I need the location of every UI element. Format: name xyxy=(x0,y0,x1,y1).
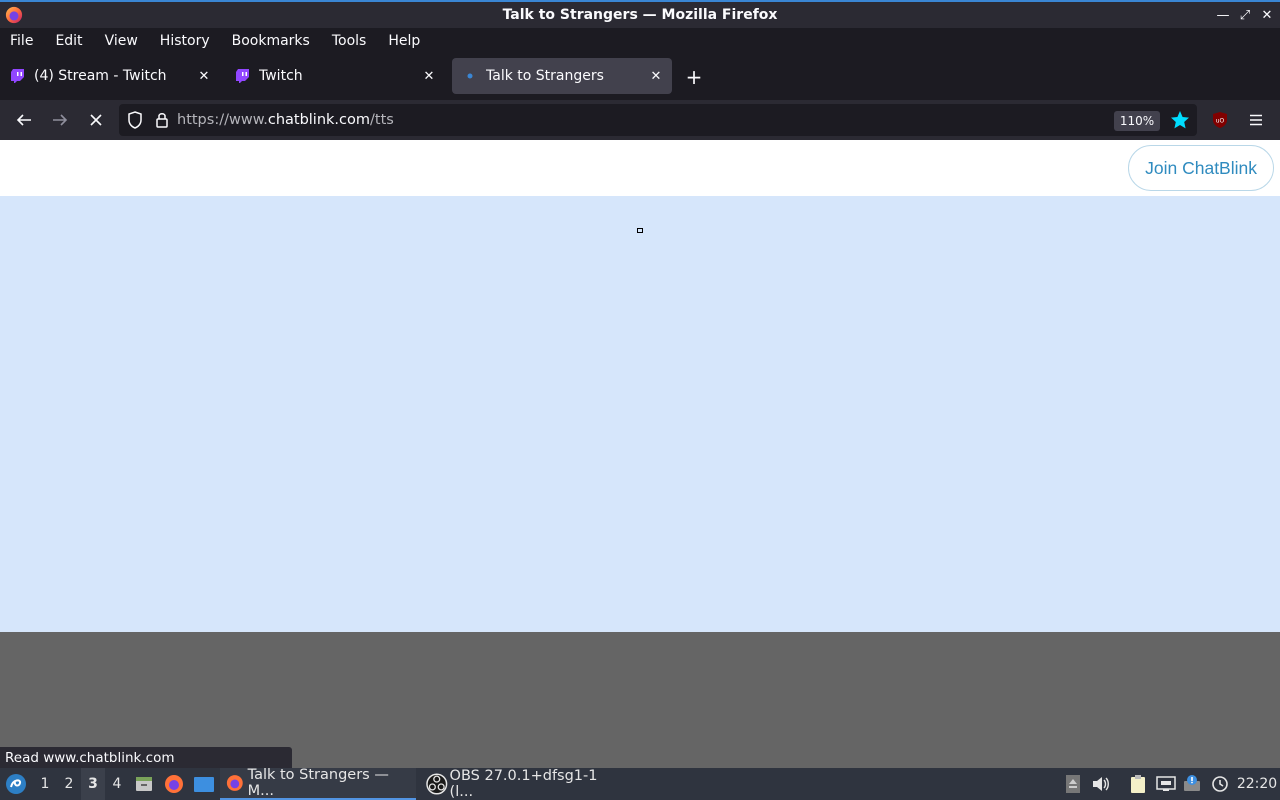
tab-stream-twitch[interactable]: (4) Stream - Twitch ✕ xyxy=(0,58,220,94)
zoom-level-button[interactable]: 110% xyxy=(1114,111,1160,131)
tray-updates-button[interactable] xyxy=(1181,768,1203,800)
tab-twitch[interactable]: Twitch ✕ xyxy=(225,58,445,94)
menu-edit[interactable]: Edit xyxy=(55,33,82,49)
tab-label: Talk to Strangers xyxy=(486,68,604,84)
tab-close-icon[interactable]: ✕ xyxy=(419,66,439,86)
clipboard-icon xyxy=(1131,775,1145,793)
file-manager-launcher[interactable] xyxy=(133,768,155,800)
url-host: chatblink.com xyxy=(267,112,371,128)
minimize-icon[interactable]: — xyxy=(1216,5,1230,25)
status-bar: Read www.chatblink.com xyxy=(0,747,292,769)
show-desktop-launcher[interactable] xyxy=(192,768,216,800)
hamburger-menu-icon xyxy=(1250,114,1262,126)
menu-help[interactable]: Help xyxy=(388,33,420,49)
twitch-icon xyxy=(235,68,251,84)
eject-icon xyxy=(1066,775,1080,793)
window-title: Talk to Strangers — Mozilla Firefox xyxy=(502,7,778,23)
taskbar: 1 2 3 4 Talk to Strangers — M... OBS 27.… xyxy=(0,767,1280,800)
menu-view[interactable]: View xyxy=(105,33,138,49)
forward-button[interactable] xyxy=(47,107,73,133)
task-obs[interactable]: OBS 27.0.1+dfsg1-1 (l... xyxy=(422,768,622,800)
tab-close-icon[interactable]: ✕ xyxy=(194,66,214,86)
update-notification-icon xyxy=(1184,775,1200,791)
tray-update-sync-button[interactable] xyxy=(1209,768,1231,800)
window-titlebar: Talk to Strangers — Mozilla Firefox — ⤢ … xyxy=(0,0,1280,28)
task-label: OBS 27.0.1+dfsg1-1 (l... xyxy=(449,768,598,800)
page-viewport: Join ChatBlink Read www.chatblink.com xyxy=(0,140,1280,769)
close-icon[interactable]: ✕ xyxy=(1260,5,1274,25)
firefox-icon xyxy=(165,775,183,793)
firefox-icon xyxy=(226,775,243,791)
back-button[interactable] xyxy=(11,107,37,133)
arrow-right-icon xyxy=(53,114,68,126)
twitch-icon xyxy=(10,68,26,84)
loading-indicator xyxy=(637,228,643,233)
workspace-3[interactable]: 3 xyxy=(81,768,105,800)
network-wired-icon xyxy=(1156,776,1176,791)
new-tab-button[interactable]: + xyxy=(683,65,705,89)
tray-network-button[interactable] xyxy=(1155,768,1177,800)
file-cabinet-icon xyxy=(136,777,152,791)
menu-file[interactable]: File xyxy=(10,33,33,49)
app-menu-button[interactable] xyxy=(1243,107,1269,133)
ublock-origin-button[interactable]: uO xyxy=(1207,107,1233,133)
menu-history[interactable]: History xyxy=(160,33,210,49)
url-path: /tts xyxy=(370,112,394,128)
address-bar[interactable]: https://www.chatblink.com/tts 110% xyxy=(119,104,1197,136)
speaker-icon xyxy=(1093,777,1109,791)
firefox-launcher[interactable] xyxy=(163,768,185,800)
tab-label: Twitch xyxy=(259,68,303,84)
tab-label: (4) Stream - Twitch xyxy=(34,68,167,84)
start-menu-button[interactable] xyxy=(4,773,28,795)
lock-icon[interactable] xyxy=(155,111,169,129)
maximize-icon[interactable]: ⤢ xyxy=(1238,5,1252,25)
menu-bar: File Edit View History Bookmarks Tools H… xyxy=(0,28,1280,54)
tray-eject-button[interactable] xyxy=(1063,768,1083,800)
svg-text:uO: uO xyxy=(1216,118,1225,125)
stop-loading-button[interactable] xyxy=(83,107,109,133)
tab-bar: (4) Stream - Twitch ✕ Twitch ✕ Talk to S… xyxy=(0,54,1280,100)
workspace-4[interactable]: 4 xyxy=(105,768,129,800)
site-main-area xyxy=(0,196,1280,632)
join-chatblink-button[interactable]: Join ChatBlink xyxy=(1128,145,1274,191)
bookmark-star-icon[interactable] xyxy=(1169,109,1191,131)
url-prefix: https://www. xyxy=(177,112,268,128)
task-label: Talk to Strangers — M... xyxy=(247,767,389,799)
desktop-icon xyxy=(194,777,214,792)
tab-close-icon[interactable]: ✕ xyxy=(646,66,666,86)
loading-dot-icon xyxy=(462,68,478,84)
stop-icon xyxy=(90,114,102,126)
task-firefox[interactable]: Talk to Strangers — M... xyxy=(220,767,416,800)
tab-talk-to-strangers[interactable]: Talk to Strangers ✕ xyxy=(452,58,672,94)
obs-icon xyxy=(426,773,448,795)
ublock-icon: uO xyxy=(1213,112,1227,128)
firefox-logo-icon xyxy=(5,6,23,24)
arrow-left-icon xyxy=(16,114,31,126)
url-text[interactable]: https://www.chatblink.com/tts xyxy=(177,112,394,128)
workspace-1[interactable]: 1 xyxy=(33,768,57,800)
menu-tools[interactable]: Tools xyxy=(332,33,367,49)
tray-clipboard-button[interactable] xyxy=(1127,768,1149,800)
sync-icon xyxy=(1212,776,1228,792)
shield-icon[interactable] xyxy=(127,111,143,129)
distro-logo-icon xyxy=(6,774,26,794)
workspace-2[interactable]: 2 xyxy=(57,768,81,800)
tray-volume-button[interactable] xyxy=(1090,768,1112,800)
site-header: Join ChatBlink xyxy=(0,140,1280,196)
navigation-bar: https://www.chatblink.com/tts 110% uO xyxy=(0,100,1280,140)
menu-bookmarks[interactable]: Bookmarks xyxy=(232,33,310,49)
clock[interactable]: 22:20 xyxy=(1236,768,1278,800)
